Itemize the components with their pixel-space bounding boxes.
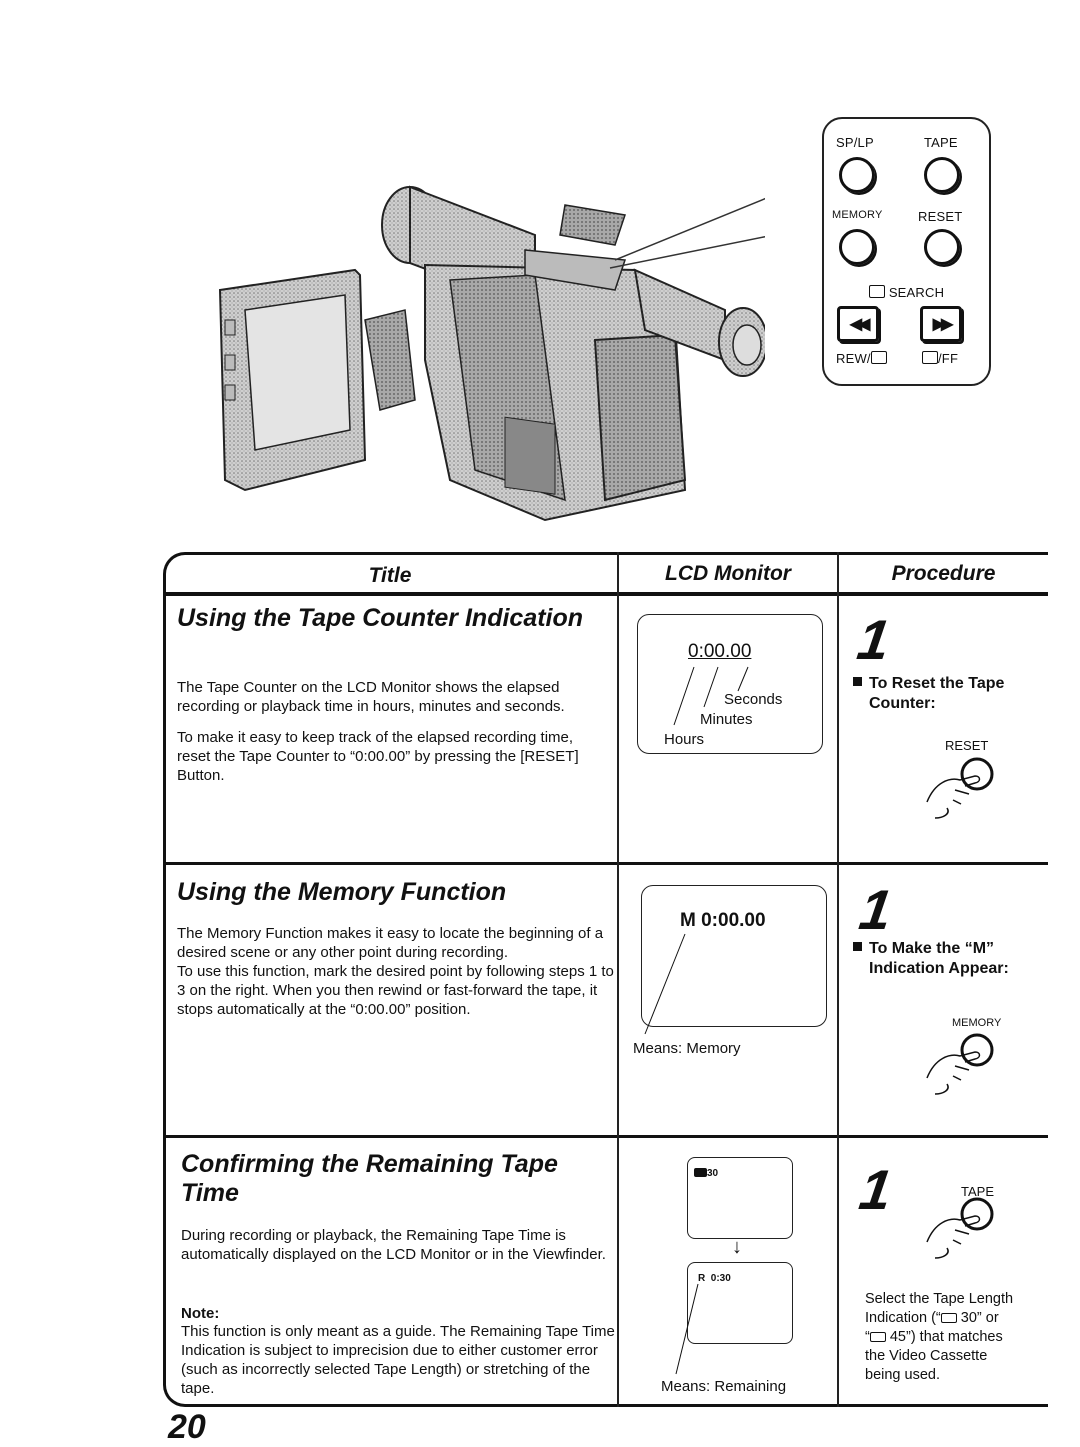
header-title: Title: [368, 564, 412, 587]
tape-label: TAPE: [924, 135, 958, 150]
fast-forward-button[interactable]: ▶▶: [920, 306, 962, 342]
lcd-tape-length: 30: [687, 1157, 793, 1239]
section-title-remaining-tape: Confirming the Remaining Tape Time: [181, 1150, 558, 1207]
control-panel-callout: SP/LP TAPE MEMORY RESET SEARCH ◀◀ ▶▶ REW…: [822, 117, 991, 386]
section-body-remaining-tape: During recording or playback, the Remain…: [181, 1227, 606, 1263]
rew-label: REW/: [836, 351, 887, 366]
memory-button[interactable]: [839, 229, 875, 265]
section-title-memory: Using the Memory Function: [177, 878, 507, 906]
cassette-icon: [869, 1332, 886, 1342]
row-divider-2: [163, 1135, 1048, 1138]
section-body-tape-counter: The Tape Counter on the LCD Monitor show…: [177, 679, 579, 784]
table-bottom-rule: [193, 1404, 1048, 1407]
step-number: 1: [855, 878, 896, 941]
step-number: 1: [853, 608, 894, 671]
rewind-button[interactable]: ◀◀: [837, 306, 879, 342]
table-top-rule: [193, 552, 1048, 555]
fast-forward-icon: ▶▶: [932, 316, 954, 333]
section-body-memory: The Memory Function makes it easy to loc…: [177, 925, 614, 1018]
means-remaining-caption: Means: Remaining: [661, 1378, 787, 1395]
ff-label: /FF: [922, 351, 958, 366]
rewind-icon: ◀◀: [849, 316, 871, 333]
bullet-square-icon: [853, 677, 862, 686]
reset-label: RESET: [918, 209, 963, 224]
sp-lp-button[interactable]: [839, 157, 875, 193]
search-icon: [869, 285, 885, 298]
memory-leader-line: [644, 933, 686, 1035]
camcorder-illustration: [218, 185, 765, 522]
column-divider-2: [837, 552, 839, 1407]
header-procedure: Procedure: [891, 562, 996, 585]
hand-pressing-tape-icon[interactable]: [925, 1192, 1005, 1262]
minutes-label: Minutes: [700, 711, 753, 728]
lcd-tape-counter: 0:00.00 Seconds Minutes Hours: [637, 614, 823, 754]
hand-pressing-reset-icon[interactable]: [925, 752, 1005, 822]
reset-button[interactable]: [924, 229, 960, 265]
function-table: Title LCD Monitor Procedure Using the Ta…: [163, 552, 1048, 1407]
tape-length-instruction: Select the Tape Length Indication (“ 30”…: [865, 1291, 1014, 1383]
cassette-icon: [940, 1313, 957, 1323]
memory-label: MEMORY: [832, 209, 883, 221]
cassette-icon: [694, 1168, 707, 1177]
hand-pressing-memory-icon[interactable]: [925, 1028, 1005, 1098]
procedure-heading-reset: To Reset the Tape Counter:: [853, 674, 1059, 714]
seconds-label: Seconds: [724, 691, 783, 708]
ff-search-icon: [922, 351, 938, 364]
step-number: 1: [855, 1158, 896, 1221]
rew-search-icon: [870, 351, 887, 364]
remaining-leader-line: [675, 1283, 699, 1375]
hours-label: Hours: [664, 731, 705, 748]
tape-length-display: 30: [694, 1168, 718, 1179]
row-divider-1: [163, 862, 1048, 865]
column-divider-1: [617, 552, 619, 1407]
note-text: This function is only meant as a guide. …: [181, 1323, 615, 1397]
bullet-square-icon: [853, 942, 862, 951]
procedure-heading-memory: To Make the “M” Indication Appear:: [853, 939, 1064, 979]
down-arrow-icon: ↓: [732, 1236, 742, 1258]
note-label: Note:: [181, 1305, 220, 1322]
tape-button[interactable]: [924, 157, 960, 193]
header-rule: [163, 592, 1048, 596]
reset-button-caption: RESET: [945, 738, 989, 753]
header-lcd-monitor: LCD Monitor: [665, 562, 791, 585]
page-number: 20: [168, 1408, 206, 1446]
section-title-tape-counter: Using the Tape Counter Indication: [177, 604, 584, 632]
means-memory-caption: Means: Memory: [633, 1040, 741, 1057]
search-label: SEARCH: [869, 285, 944, 300]
sp-lp-label: SP/LP: [836, 135, 874, 150]
